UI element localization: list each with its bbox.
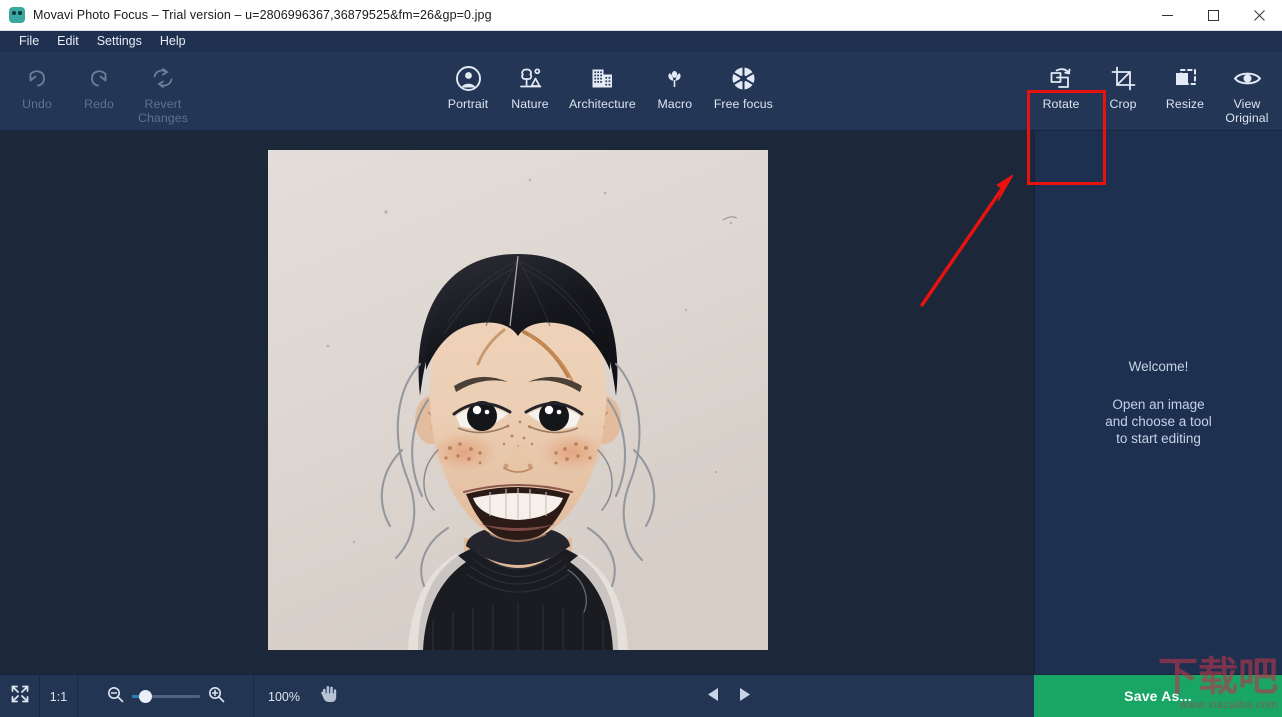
free-focus-label: Free focus	[713, 97, 773, 111]
view-original-label: View Original	[1225, 97, 1269, 125]
view-original-button[interactable]: View Original	[1216, 52, 1278, 131]
macro-icon	[661, 63, 688, 93]
welcome-message: Welcome! Open an image and choose a tool…	[1105, 359, 1212, 447]
redo-label: Redo	[84, 97, 114, 111]
resize-button[interactable]: Resize	[1154, 52, 1216, 131]
menu-item-settings[interactable]: Settings	[88, 32, 151, 51]
free-focus-button[interactable]: Free focus	[706, 52, 781, 131]
next-image-icon[interactable]	[738, 687, 752, 707]
eye-icon	[1233, 63, 1262, 93]
architecture-label: Architecture	[569, 97, 636, 111]
rotate-label: Rotate	[1042, 97, 1080, 111]
zoom-level-display: 100%	[254, 675, 306, 717]
zoom-slider-handle[interactable]	[138, 690, 152, 703]
undo-button[interactable]: Undo	[6, 52, 68, 131]
menu-item-help[interactable]: Help	[151, 32, 195, 51]
loaded-image[interactable]	[268, 150, 768, 650]
redo-button[interactable]: Redo	[68, 52, 130, 131]
zoom-slider[interactable]	[131, 690, 200, 703]
zoom-slider-group[interactable]	[78, 675, 254, 717]
previous-image-icon[interactable]	[706, 687, 720, 707]
undo-icon	[24, 63, 50, 93]
rotate-button[interactable]: Rotate	[1030, 52, 1092, 131]
architecture-button[interactable]: Architecture	[561, 52, 644, 131]
image-canvas[interactable]	[0, 131, 1034, 674]
actual-size-button[interactable]: 1:1	[40, 675, 78, 717]
architecture-icon	[589, 63, 616, 93]
menu-bar: File Edit Settings Help	[0, 31, 1282, 52]
portrait-icon	[455, 63, 482, 93]
revert-icon	[150, 63, 176, 93]
menu-item-edit[interactable]: Edit	[48, 32, 88, 51]
hand-tool-icon	[319, 684, 338, 709]
portrait-label: Portrait	[447, 97, 489, 111]
hand-tool-button[interactable]	[306, 675, 350, 717]
rotate-icon	[1048, 63, 1075, 93]
crop-label: Crop	[1109, 97, 1137, 111]
nature-icon	[517, 63, 544, 93]
crop-icon	[1110, 63, 1137, 93]
window-controls	[1144, 0, 1282, 31]
crop-button[interactable]: Crop	[1092, 52, 1154, 131]
title-bar: Movavi Photo Focus – Trial version – u=2…	[0, 0, 1282, 31]
zoom-out-icon[interactable]	[107, 686, 124, 708]
revert-changes-label: Revert Changes	[138, 97, 188, 125]
resize-label: Resize	[1165, 97, 1205, 111]
undo-label: Undo	[22, 97, 52, 111]
window-title: Movavi Photo Focus – Trial version – u=2…	[33, 8, 492, 22]
toolbar-edit-group: Rotate Crop Resize View Original	[1030, 52, 1278, 131]
toolbar-history-group: Undo Redo Revert Changes	[6, 52, 196, 131]
maximize-button[interactable]	[1190, 0, 1236, 31]
actual-size-label: 1:1	[49, 689, 68, 704]
image-navigation	[694, 675, 764, 717]
redo-icon	[86, 63, 112, 93]
app-window: Movavi Photo Focus – Trial version – u=2…	[0, 0, 1282, 717]
main-toolbar: Undo Redo Revert Changes Portrait Nature…	[0, 52, 1282, 185]
save-as-button[interactable]: Save As...	[1034, 675, 1282, 717]
portrait-button[interactable]: Portrait	[437, 52, 499, 131]
welcome-body: Open an image and choose a tool to start…	[1105, 396, 1212, 446]
welcome-heading: Welcome!	[1128, 358, 1189, 374]
close-button[interactable]	[1236, 0, 1282, 31]
status-spacer-left	[350, 675, 694, 717]
owl-icon	[9, 7, 25, 23]
minimize-button[interactable]	[1144, 0, 1190, 31]
zoom-level-value: 100%	[268, 689, 300, 704]
menu-item-file[interactable]: File	[10, 32, 48, 51]
resize-icon	[1172, 63, 1199, 93]
fit-to-screen-button[interactable]	[0, 675, 40, 717]
revert-changes-button[interactable]: Revert Changes	[130, 52, 196, 131]
aperture-icon	[730, 63, 757, 93]
macro-label: Macro	[657, 97, 693, 111]
toolbar-focus-group: Portrait Nature Architecture Macro Free …	[437, 52, 781, 131]
macro-button[interactable]: Macro	[644, 52, 706, 131]
zoom-in-icon[interactable]	[208, 686, 225, 708]
right-side-panel: Welcome! Open an image and choose a tool…	[1034, 131, 1282, 674]
save-as-label: Save As...	[1124, 688, 1192, 704]
fit-to-screen-icon	[10, 684, 30, 709]
nature-button[interactable]: Nature	[499, 52, 561, 131]
nature-label: Nature	[511, 97, 549, 111]
